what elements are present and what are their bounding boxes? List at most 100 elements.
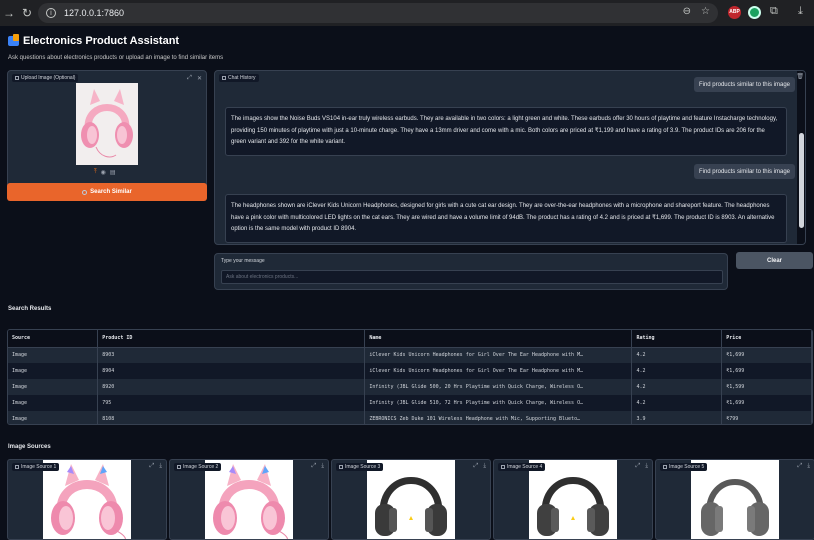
image-source-card[interactable]: Image Source 3 ⤢ ⤓ xyxy=(331,459,491,540)
app-container: Electronics Product Assistant Ask questi… xyxy=(0,26,814,540)
cell-product-id[interactable]: 8920 xyxy=(97,379,366,395)
chat-history-panel[interactable]: Chat History Find products similar to th… xyxy=(214,70,806,245)
cell-rating[interactable]: 4.2 xyxy=(631,363,723,379)
message-input-panel: Type your message Ask about electronics … xyxy=(214,253,728,290)
download-icon[interactable]: ⤓ xyxy=(807,463,810,470)
url-text[interactable]: 127.0.0.1:7860 xyxy=(64,8,124,18)
image-icon xyxy=(15,76,19,80)
chat-scrollbar[interactable]: 🗑 xyxy=(796,71,805,244)
pink-headphones-image xyxy=(43,460,131,539)
image-source-card[interactable]: Image Source 2 ⤢ ⤓ xyxy=(169,459,329,540)
cell-source[interactable]: Image xyxy=(8,395,99,411)
search-results-table: Source Product ID Name Rating Price Imag… xyxy=(7,329,813,425)
site-info-icon[interactable]: i xyxy=(46,8,56,18)
close-icon[interactable]: ✕ xyxy=(197,75,202,82)
image-source-label-text: Image Source 2 xyxy=(183,464,219,470)
cell-product-id[interactable]: 8108 xyxy=(97,411,366,424)
image-icon xyxy=(15,465,19,469)
browser-toolbar: → ↻ i 127.0.0.1:7860 ⊖ ☆ ABP ⧉ ⤓ xyxy=(0,0,814,26)
upload-label-text: Upload Image (Optional) xyxy=(21,75,76,81)
image-source-label: Image Source 3 xyxy=(336,463,384,471)
fullscreen-icon[interactable]: ⤢ xyxy=(312,463,317,470)
uploaded-image-preview xyxy=(76,83,138,165)
chat-history-label: Chat History xyxy=(219,74,259,82)
cell-source[interactable]: Image xyxy=(8,363,99,379)
image-icon xyxy=(339,465,343,469)
column-header-source[interactable]: Source xyxy=(8,330,99,348)
image-upload-panel[interactable]: Upload Image (Optional) ⤢ ✕ ⤒ ◉ ▤ xyxy=(7,70,207,200)
cell-price[interactable]: ₹1,699 xyxy=(721,363,812,379)
image-icon xyxy=(663,465,667,469)
cell-name[interactable]: ZEBRONICS Zeb Duke 101 Wireless Headphon… xyxy=(364,411,633,424)
image-source-label-text: Image Source 4 xyxy=(507,464,543,470)
cell-product-id[interactable]: 8903 xyxy=(97,347,366,363)
cell-name[interactable]: iClever Kids Unicorn Headphones for Girl… xyxy=(364,363,633,379)
bookmark-star-icon[interactable]: ☆ xyxy=(701,6,710,17)
image-source-label-text: Image Source 3 xyxy=(345,464,381,470)
cell-source[interactable]: Image xyxy=(8,347,99,363)
download-icon[interactable]: ⤓ xyxy=(483,463,486,470)
clear-button[interactable]: Clear xyxy=(736,252,813,269)
image-source-card[interactable]: Image Source 5 ⤢ ⤓ xyxy=(655,459,814,540)
extensions-puzzle-icon[interactable]: ⧉ xyxy=(770,5,778,18)
column-header-name[interactable]: Name xyxy=(364,330,633,348)
cell-name[interactable]: Infinity (JBL Glide 500, 20 Hrs Playtime… xyxy=(364,379,633,395)
search-similar-label: Search Similar xyxy=(90,189,132,195)
download-icon[interactable]: ⤓ xyxy=(159,463,162,470)
cell-source[interactable]: Image xyxy=(8,411,99,424)
fullscreen-icon[interactable]: ⤢ xyxy=(187,75,192,82)
cell-product-id[interactable]: 8904 xyxy=(97,363,366,379)
back-icon[interactable]: → xyxy=(0,6,18,20)
table-header-row: Source Product ID Name Rating Price xyxy=(8,330,812,348)
image-sources-heading: Image Sources xyxy=(8,444,51,450)
cell-name[interactable]: iClever Kids Unicorn Headphones for Girl… xyxy=(364,347,633,363)
clipboard-icon[interactable]: ▤ xyxy=(110,169,116,176)
cell-rating[interactable]: 3.9 xyxy=(631,411,723,424)
message-input[interactable]: Ask about electronics products... xyxy=(221,270,723,284)
cell-rating[interactable]: 4.2 xyxy=(631,379,723,395)
cell-price[interactable]: ₹1,699 xyxy=(721,395,812,411)
image-source-label-text: Image Source 1 xyxy=(21,464,57,470)
page-subtitle: Ask questions about electronics products… xyxy=(8,55,224,61)
grey-headphones-image xyxy=(691,460,779,539)
column-header-rating[interactable]: Rating xyxy=(631,330,723,348)
fullscreen-icon[interactable]: ⤢ xyxy=(150,463,155,470)
cell-price[interactable]: ₹1,699 xyxy=(721,347,812,363)
cell-name[interactable]: Infinity (JBL Glide 510, 72 Hrs Playtime… xyxy=(364,395,633,411)
assistant-message: The images show the Noise Buds VS104 in-… xyxy=(225,107,787,156)
fullscreen-icon[interactable]: ⤢ xyxy=(798,463,803,470)
adblock-extension-icon[interactable]: ABP xyxy=(728,6,741,19)
image-icon xyxy=(501,465,505,469)
download-icon[interactable]: ⤓ xyxy=(798,5,803,18)
download-icon[interactable]: ⤓ xyxy=(645,463,648,470)
chat-scrollbar-thumb[interactable] xyxy=(799,133,804,228)
upload-icon[interactable]: ⤒ xyxy=(94,169,97,176)
assistant-message: The headphones shown are iClever Kids Un… xyxy=(225,194,787,243)
cell-price[interactable]: ₹799 xyxy=(721,411,812,424)
address-bar[interactable]: i 127.0.0.1:7860 ⊖ ☆ xyxy=(38,3,718,23)
cell-price[interactable]: ₹1,599 xyxy=(721,379,812,395)
download-icon[interactable]: ⤓ xyxy=(321,463,324,470)
reload-icon[interactable]: ↻ xyxy=(18,6,36,20)
fullscreen-icon[interactable]: ⤢ xyxy=(636,463,641,470)
webcam-icon[interactable]: ◉ xyxy=(101,169,106,176)
image-source-card[interactable]: Image Source 4 ⤢ ⤓ xyxy=(493,459,653,540)
image-source-label: Image Source 4 xyxy=(498,463,546,471)
fullscreen-icon[interactable]: ⤢ xyxy=(474,463,479,470)
cell-rating[interactable]: 4.2 xyxy=(631,347,723,363)
trash-icon[interactable]: 🗑 xyxy=(796,73,804,80)
cell-rating[interactable]: 4.2 xyxy=(631,395,723,411)
zoom-icon[interactable]: ⊖ xyxy=(683,6,691,17)
search-results-heading: Search Results xyxy=(8,306,52,312)
user-message: Find products similar to this image xyxy=(693,77,795,92)
search-icon xyxy=(82,189,88,195)
image-source-card[interactable]: Image Source 1 ⤢ ⤓ xyxy=(7,459,167,540)
image-source-label-text: Image Source 5 xyxy=(669,464,705,470)
column-header-product-id[interactable]: Product ID xyxy=(97,330,366,348)
cell-product-id[interactable]: 795 xyxy=(97,395,366,411)
cell-source[interactable]: Image xyxy=(8,379,99,395)
column-header-price[interactable]: Price xyxy=(721,330,812,348)
search-similar-button[interactable]: Search Similar xyxy=(7,183,207,201)
pink-headphones-image xyxy=(205,460,293,539)
grammar-extension-icon[interactable] xyxy=(748,6,761,19)
